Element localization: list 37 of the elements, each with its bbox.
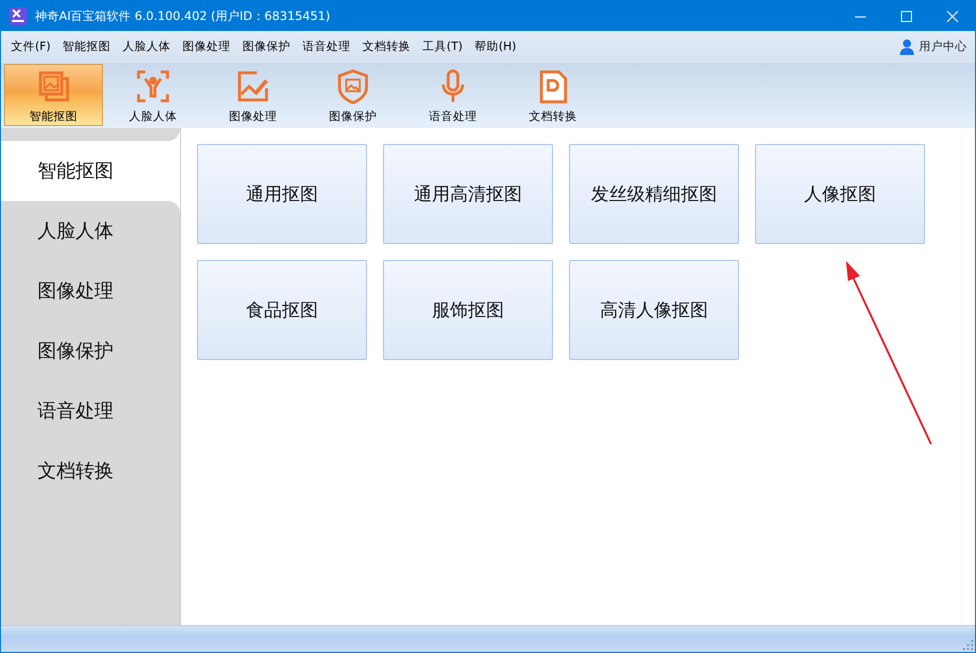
image-edit-icon bbox=[235, 69, 271, 104]
maximize-icon bbox=[900, 10, 912, 22]
person-scan-icon bbox=[135, 69, 171, 104]
menu-item[interactable]: 文件(F) bbox=[5, 38, 57, 56]
user-center-link[interactable]: 用户中心 bbox=[919, 38, 967, 56]
function-button[interactable]: 发丝级精细抠图 bbox=[569, 144, 739, 244]
toolbar-button[interactable]: 智能抠图 bbox=[4, 64, 103, 126]
menu-item[interactable]: 智能抠图 bbox=[56, 38, 117, 56]
toolbar-button[interactable]: 图像保护 bbox=[303, 64, 403, 126]
function-button[interactable]: 人像抠图 bbox=[755, 144, 925, 244]
toolbar-button[interactable]: 文档转换 bbox=[503, 64, 603, 126]
function-button[interactable]: 通用高清抠图 bbox=[383, 144, 553, 244]
sidebar-tab[interactable]: 图像保护 bbox=[1, 321, 180, 381]
menu-item[interactable]: 文档转换 bbox=[356, 38, 417, 56]
menu-item[interactable]: 语音处理 bbox=[296, 38, 357, 56]
user-icon bbox=[899, 39, 915, 55]
function-button[interactable]: 食品抠图 bbox=[197, 260, 367, 360]
shield-image-icon bbox=[335, 69, 371, 104]
toolbar-button[interactable]: 语音处理 bbox=[403, 64, 503, 126]
menu-item[interactable]: 图像保护 bbox=[236, 38, 297, 56]
window-title: 神奇AI百宝箱软件 6.0.100.402 (用户ID：68315451) bbox=[35, 8, 330, 25]
menu-item[interactable]: 图像处理 bbox=[176, 38, 237, 56]
resize-grip-icon bbox=[963, 640, 973, 650]
close-icon bbox=[946, 10, 958, 22]
function-button[interactable]: 服饰抠图 bbox=[383, 260, 553, 360]
menu-item[interactable]: 人脸人体 bbox=[116, 38, 177, 56]
toolbar-button[interactable]: 人脸人体 bbox=[103, 64, 203, 126]
sidebar-tab[interactable]: 人脸人体 bbox=[1, 201, 180, 261]
function-button[interactable]: 通用抠图 bbox=[197, 144, 367, 244]
menu-item[interactable]: 帮助(H) bbox=[468, 38, 522, 56]
sidebar-tab[interactable]: 图像处理 bbox=[1, 261, 180, 321]
toolbar-button[interactable]: 图像处理 bbox=[203, 64, 303, 126]
app-logo-icon bbox=[9, 7, 27, 25]
sidebar-tab[interactable]: 文档转换 bbox=[1, 441, 180, 501]
function-button[interactable]: 高清人像抠图 bbox=[569, 260, 739, 360]
sidebar-tab[interactable]: 语音处理 bbox=[1, 381, 180, 441]
menu-item[interactable]: 工具(T) bbox=[416, 38, 469, 56]
